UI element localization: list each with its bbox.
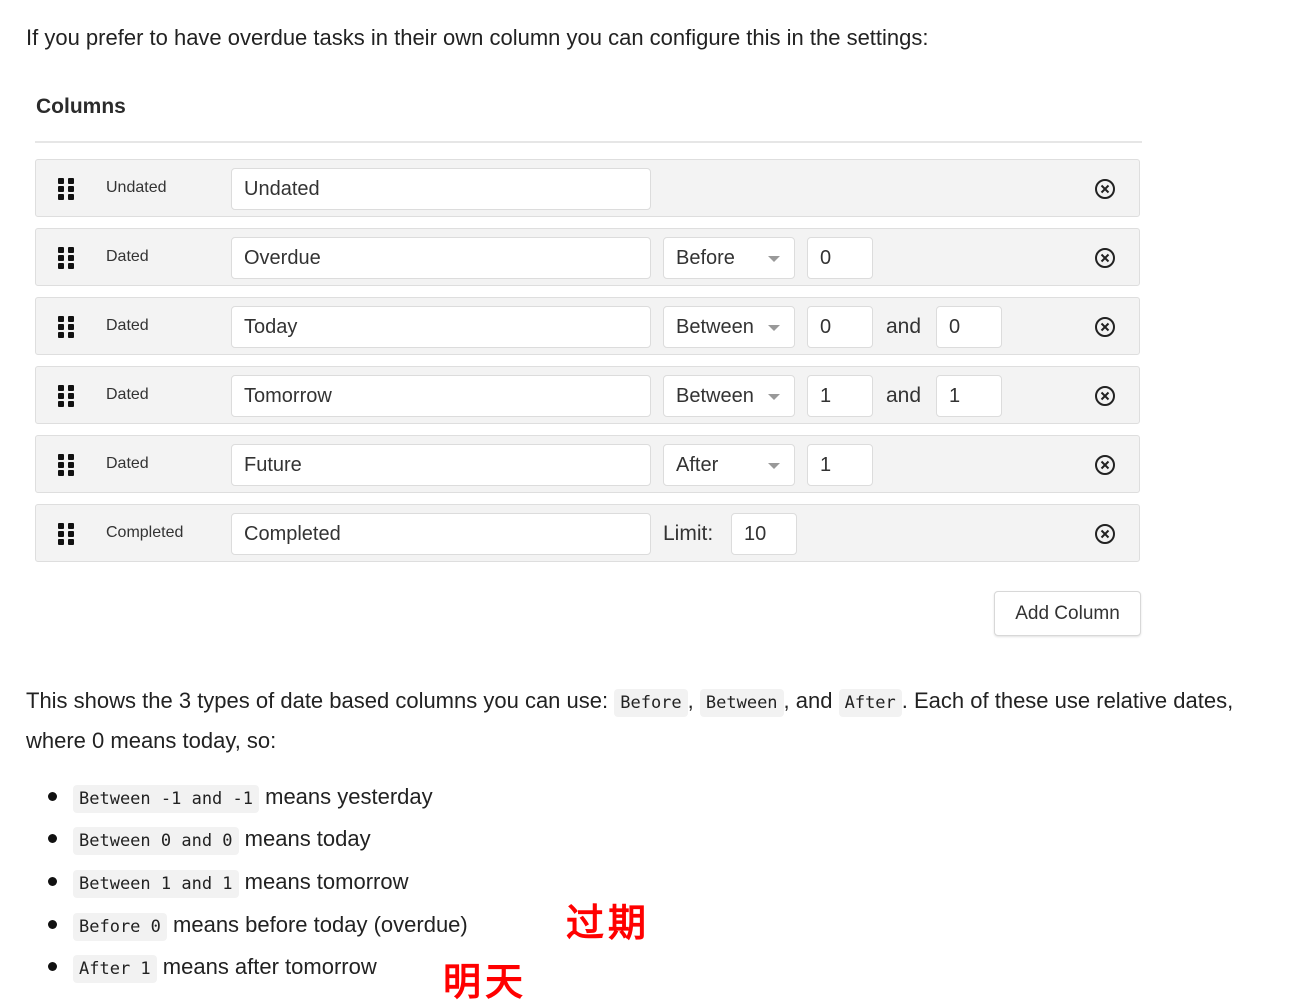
separator: , and xyxy=(783,688,839,713)
code-before: Before xyxy=(614,689,688,717)
remove-circle-icon[interactable] xyxy=(1094,178,1116,200)
date-operator-value: Between xyxy=(676,316,754,338)
column-type-label: Dated xyxy=(106,248,149,265)
date-to-input[interactable] xyxy=(936,306,1002,348)
separator: , xyxy=(687,688,700,713)
date-operator-value: Between xyxy=(676,385,754,407)
remove-circle-icon[interactable] xyxy=(1094,247,1116,269)
list-item: Between 0 and 0 means today xyxy=(48,819,371,859)
explanation-text: This shows the 3 types of date based col… xyxy=(26,688,615,713)
drag-handle-icon[interactable] xyxy=(58,454,74,476)
drag-handle-icon[interactable] xyxy=(58,316,74,338)
list-item: Between -1 and -1 means yesterday xyxy=(48,777,433,817)
tomorrow-annotation: 明天 xyxy=(443,959,528,1004)
explanation-paragraph: This shows the 3 types of date based col… xyxy=(26,682,1296,759)
columns-heading: Columns xyxy=(36,95,126,118)
drag-handle-icon[interactable] xyxy=(58,385,74,407)
bullet-icon xyxy=(48,919,57,929)
heading-divider xyxy=(35,141,1142,143)
intro-paragraph: If you prefer to have overdue tasks in t… xyxy=(26,25,929,50)
date-operator-select[interactable]: Before xyxy=(663,237,795,279)
column-row-tomorrow: Dated Between and xyxy=(35,366,1140,424)
drag-handle-icon[interactable] xyxy=(58,178,74,200)
and-label: and xyxy=(886,384,922,407)
example-code: Between 0 and 0 xyxy=(73,827,239,855)
example-text: means yesterday xyxy=(265,784,433,809)
example-text: means tomorrow xyxy=(244,869,409,894)
caret-down-icon xyxy=(768,325,780,331)
date-from-input[interactable] xyxy=(807,375,873,417)
column-name-input[interactable] xyxy=(231,306,651,348)
add-column-button[interactable]: Add Column xyxy=(994,591,1141,636)
column-name-input[interactable] xyxy=(231,375,651,417)
date-value-input[interactable] xyxy=(807,237,873,279)
caret-down-icon xyxy=(768,394,780,400)
column-row-future: Dated After xyxy=(35,435,1140,493)
remove-circle-icon[interactable] xyxy=(1094,385,1116,407)
caret-down-icon xyxy=(768,256,780,262)
date-value-input[interactable] xyxy=(807,444,873,486)
remove-circle-icon[interactable] xyxy=(1094,316,1116,338)
remove-circle-icon[interactable] xyxy=(1094,454,1116,476)
column-type-label: Completed xyxy=(106,524,184,541)
example-code: Between -1 and -1 xyxy=(73,785,259,813)
column-type-label: Dated xyxy=(106,455,149,472)
column-row-undated: Undated xyxy=(35,159,1140,217)
date-operator-select[interactable]: After xyxy=(663,444,795,486)
column-name-input[interactable] xyxy=(231,168,651,210)
example-text: means today xyxy=(244,826,371,851)
example-text: means after tomorrow xyxy=(162,954,377,979)
list-item: Between 1 and 1 means tomorrow xyxy=(48,862,409,902)
date-to-input[interactable] xyxy=(936,375,1002,417)
bullet-icon xyxy=(48,791,57,801)
column-name-input[interactable] xyxy=(231,237,651,279)
code-between: Between xyxy=(699,689,784,717)
column-name-input[interactable] xyxy=(231,513,651,555)
limit-input[interactable] xyxy=(731,513,797,555)
drag-handle-icon[interactable] xyxy=(58,523,74,545)
date-operator-value: After xyxy=(676,454,719,476)
date-operator-select[interactable]: Between xyxy=(663,306,795,348)
date-from-input[interactable] xyxy=(807,306,873,348)
example-code: Between 1 and 1 xyxy=(73,870,239,898)
column-row-completed: Completed Limit: xyxy=(35,504,1140,562)
date-operator-value: Before xyxy=(676,247,735,269)
limit-label: Limit: xyxy=(663,522,714,545)
code-after: After xyxy=(838,689,902,717)
overdue-annotation: 过期 xyxy=(566,900,651,945)
date-operator-select[interactable]: Between xyxy=(663,375,795,417)
column-row-overdue: Dated Before xyxy=(35,228,1140,286)
example-text: means before today (overdue) xyxy=(173,912,468,937)
example-code: After 1 xyxy=(73,955,157,983)
drag-handle-icon[interactable] xyxy=(58,247,74,269)
list-item: Before 0 means before today (overdue) xyxy=(48,905,468,945)
remove-circle-icon[interactable] xyxy=(1094,523,1116,545)
bullet-icon xyxy=(48,833,57,843)
column-row-today: Dated Between and xyxy=(35,297,1140,355)
column-type-label: Dated xyxy=(106,386,149,403)
and-label: and xyxy=(886,315,922,338)
bullet-icon xyxy=(48,876,57,886)
column-type-label: Undated xyxy=(106,179,167,196)
list-item: After 1 means after tomorrow xyxy=(48,947,377,987)
bullet-icon xyxy=(48,961,57,971)
column-type-label: Dated xyxy=(106,317,149,334)
example-code: Before 0 xyxy=(73,913,167,941)
column-name-input[interactable] xyxy=(231,444,651,486)
caret-down-icon xyxy=(768,463,780,469)
